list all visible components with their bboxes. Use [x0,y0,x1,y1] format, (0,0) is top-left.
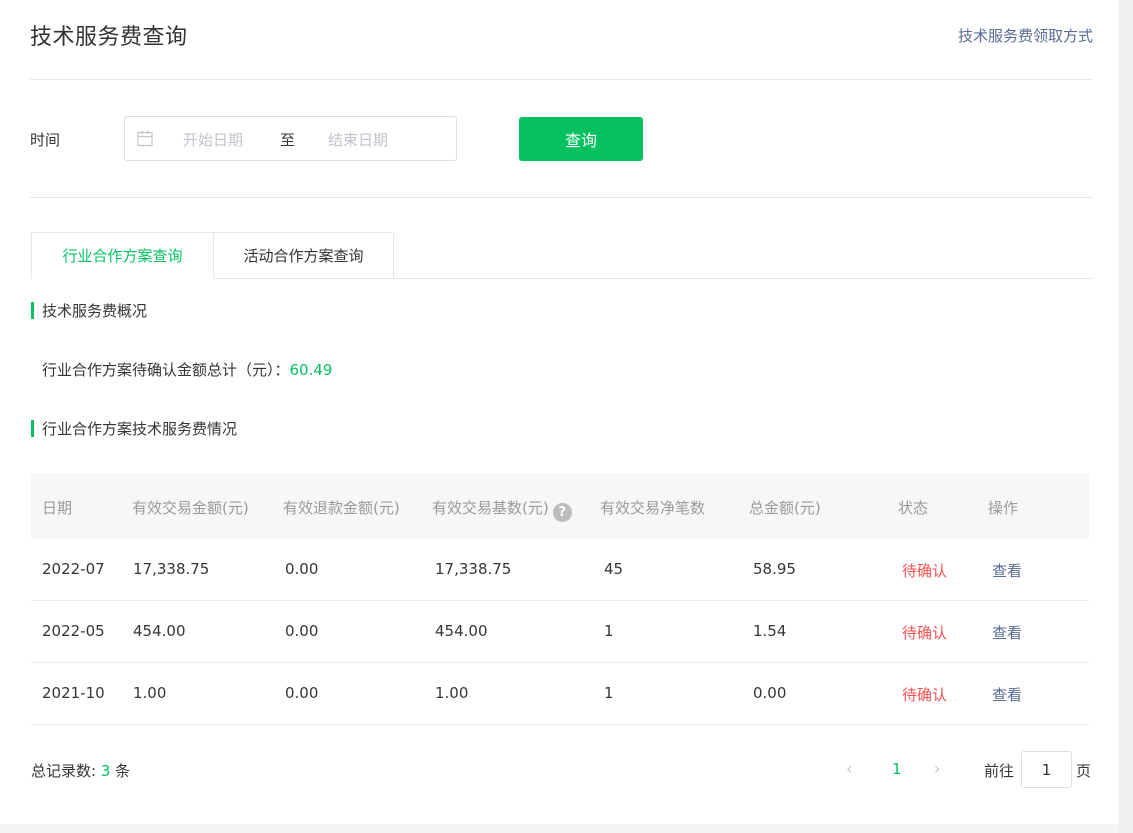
page-container: 技术服务费查询 技术服务费领取方式 时间 开始日期 至 结束日期 查询 行业合作… [0,0,1119,824]
goto-page-input[interactable] [1021,751,1072,788]
start-date-input[interactable]: 开始日期 [183,129,243,150]
table-row: 2022-05 454.00 0.00 454.00 1 1.54 待确认 查看 [31,601,1089,663]
goto-suffix: 页 [1076,762,1092,780]
view-link[interactable]: 查看 [992,622,1022,643]
cell-trade-amount: 1.00 [133,684,167,702]
header-divider [30,79,1093,80]
status-badge: 待确认 [902,562,948,580]
goto-label: 前往 [984,762,1015,780]
cell-trade-base: 1.00 [435,684,469,702]
cell-total-amount: 58.95 [753,560,796,578]
chevron-left-icon[interactable]: ‹ [846,759,852,778]
overview-section-title: 技术服务费概况 [31,300,147,321]
scrollbar-track[interactable] [1119,0,1133,833]
calendar-icon [137,130,153,147]
summary-label: 行业合作方案待确认金额总计（元）： [42,361,290,379]
tab-industry-plan[interactable]: 行业合作方案查询 [31,232,214,279]
column-header-net-count: 有效交易净笔数 [600,499,706,517]
column-header-trade-amount: 有效交易金额(元) [132,499,249,517]
view-link[interactable]: 查看 [992,560,1022,581]
date-range-separator: 至 [280,131,296,149]
cell-total-amount: 1.54 [753,622,787,640]
trade-base-label: 有效交易基数(元) [432,499,549,517]
time-filter-label: 时间 [30,131,61,149]
tab-activity-plan[interactable]: 活动合作方案查询 [213,232,394,279]
cell-net-count: 1 [604,684,614,702]
view-link[interactable]: 查看 [992,684,1022,705]
cell-date: 2022-07 [42,560,105,578]
total-unit: 条 [115,762,131,780]
filter-divider [30,197,1093,198]
cell-net-count: 1 [604,622,614,640]
table-header: 日期 有效交易金额(元) 有效退款金额(元) 有效交易基数(元)? 有效交易净笔… [31,474,1089,539]
column-header-date: 日期 [42,499,73,517]
column-header-action: 操作 [988,499,1019,517]
status-badge: 待确认 [902,686,948,704]
cell-trade-base: 17,338.75 [435,560,512,578]
total-records: 总记录数: 3 条 [31,760,130,781]
total-count: 3 [100,762,111,780]
cell-date: 2022-05 [42,622,105,640]
tab-bar-divider [394,278,1093,279]
help-icon[interactable]: ? [552,503,572,522]
fee-collection-link[interactable]: 技术服务费领取方式 [958,25,1093,46]
total-label: 总记录数: [31,762,97,780]
column-header-refund-amount: 有效退款金额(元) [283,499,400,517]
cell-date: 2021-10 [42,684,105,702]
summary-value: 60.49 [289,361,333,379]
fee-table: 日期 有效交易金额(元) 有效退款金额(元) 有效交易基数(元)? 有效交易净笔… [31,474,1089,725]
column-header-trade-base: 有效交易基数(元)? [432,497,572,522]
cell-refund-amount: 0.00 [285,684,319,702]
cell-refund-amount: 0.00 [285,560,319,578]
pending-amount-summary: 行业合作方案待确认金额总计（元）：60.49 [42,359,332,380]
table-row: 2022-07 17,338.75 0.00 17,338.75 45 58.9… [31,539,1089,601]
cell-trade-amount: 454.00 [133,622,186,640]
column-header-total-amount: 总金额(元) [749,499,821,517]
status-badge: 待确认 [902,624,948,642]
query-button[interactable]: 查询 [519,117,643,161]
table-row: 2021-10 1.00 0.00 1.00 1 0.00 待确认 查看 [31,663,1089,725]
page-title: 技术服务费查询 [30,25,188,50]
pagination-page-1[interactable]: 1 [892,760,902,778]
details-section-title: 行业合作方案技术服务费情况 [31,418,237,439]
cell-trade-amount: 17,338.75 [133,560,210,578]
cell-net-count: 45 [604,560,624,578]
cell-total-amount: 0.00 [753,684,787,702]
chevron-right-icon[interactable]: › [934,759,940,778]
date-range-picker[interactable]: 开始日期 至 结束日期 [124,116,457,161]
column-header-status: 状态 [898,499,929,517]
end-date-input[interactable]: 结束日期 [328,129,388,150]
cell-trade-base: 454.00 [435,622,488,640]
cell-refund-amount: 0.00 [285,622,319,640]
